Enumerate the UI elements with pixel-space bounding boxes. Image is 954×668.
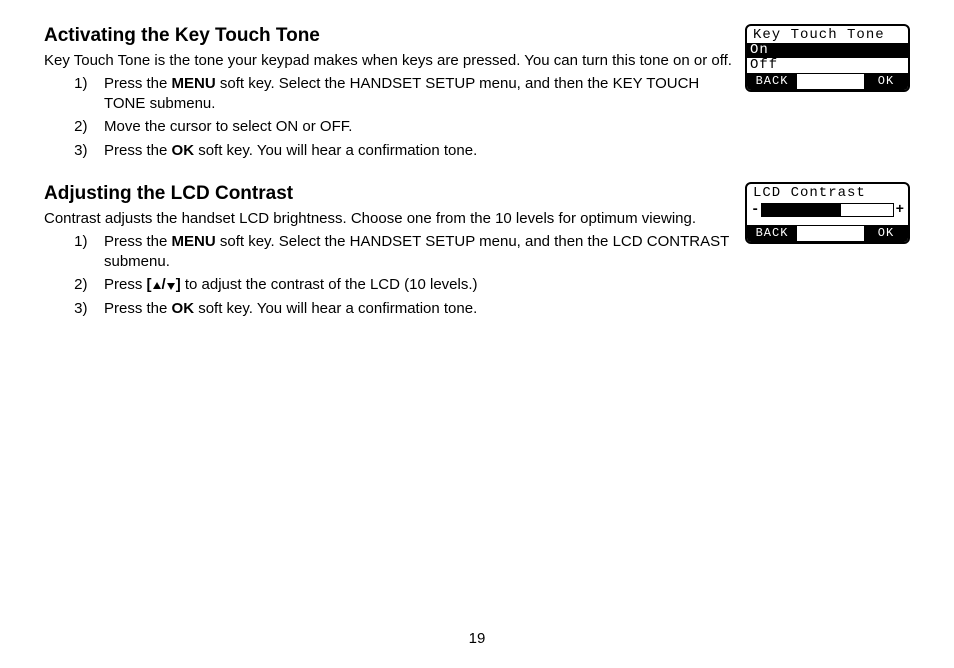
text: Press the [104, 233, 172, 250]
bold-menu: MENU [172, 233, 216, 250]
bold-bracket: [/] [147, 276, 181, 293]
lcd-option-on: On [747, 43, 908, 58]
softkey-back: BACK [747, 74, 797, 89]
step-3: Press the OK soft key. You will hear a c… [100, 299, 910, 319]
document-page: Key Touch Tone On Off BACK OK Activating… [0, 0, 954, 668]
plus-icon: + [896, 205, 904, 215]
down-arrow-icon [166, 276, 176, 293]
up-arrow-icon [152, 276, 162, 293]
lcd-softkeys: BACK OK [747, 225, 908, 242]
text: to adjust the contrast of the LCD (10 le… [181, 276, 478, 293]
text: Press [104, 276, 147, 293]
softkey-spacer [797, 74, 864, 89]
lcd-title: LCD Contrast [747, 184, 908, 201]
softkey-spacer [797, 226, 864, 241]
contrast-bar [761, 203, 893, 217]
lcd-option-off: Off [747, 58, 908, 73]
bold-ok: OK [172, 300, 195, 317]
contrast-fill [762, 204, 840, 216]
page-number: 19 [0, 629, 954, 649]
text: soft key. You will hear a confirmation t… [194, 300, 477, 317]
text: soft key. You will hear a confirmation t… [194, 142, 477, 159]
step-2: Move the cursor to select ON or OFF. [100, 117, 910, 137]
steps-lcd-contrast: Press the MENU soft key. Select the HAND… [44, 232, 910, 318]
contrast-bar-row: - + [747, 201, 908, 225]
bold-menu: MENU [172, 75, 216, 92]
text: Press the [104, 75, 172, 92]
minus-icon: - [751, 205, 759, 215]
lcd-contrast: LCD Contrast - + BACK OK [745, 182, 910, 244]
step-3: Press the OK soft key. You will hear a c… [100, 141, 910, 161]
section-key-touch-tone: Key Touch Tone On Off BACK OK Activating… [44, 24, 910, 164]
section-lcd-contrast: LCD Contrast - + BACK OK Adjusting the L… [44, 182, 910, 322]
lcd-softkeys: BACK OK [747, 73, 908, 90]
softkey-ok: OK [864, 226, 908, 241]
step-2: Press [/] to adjust the contrast of the … [100, 275, 910, 295]
text: Press the [104, 142, 172, 159]
lcd-title: Key Touch Tone [747, 26, 908, 43]
bold-ok: OK [172, 142, 195, 159]
lcd-key-touch-tone: Key Touch Tone On Off BACK OK [745, 24, 910, 92]
softkey-back: BACK [747, 226, 797, 241]
softkey-ok: OK [864, 74, 908, 89]
text: Press the [104, 300, 172, 317]
